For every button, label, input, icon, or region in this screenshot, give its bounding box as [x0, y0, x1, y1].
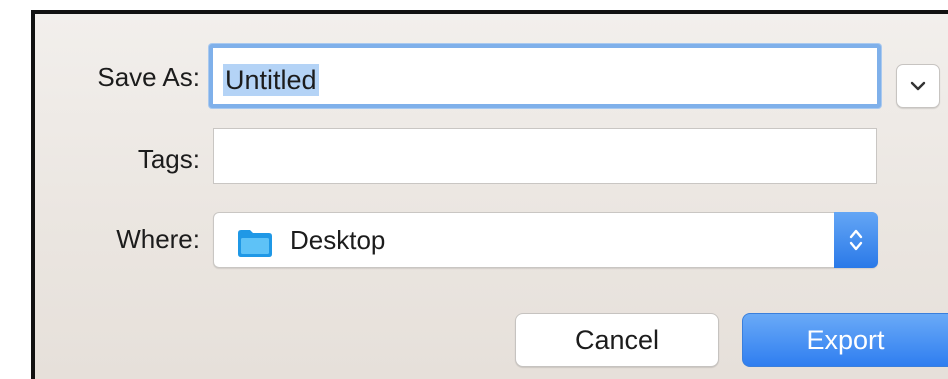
where-label: Where:	[116, 224, 200, 254]
where-popup-button[interactable]: Desktop	[213, 212, 878, 268]
up-down-chevron-icon	[849, 229, 863, 251]
export-button[interactable]: Export	[742, 313, 948, 367]
location-stepper[interactable]	[834, 212, 878, 268]
cancel-button[interactable]: Cancel	[515, 313, 719, 367]
filename-text: Untitled	[223, 64, 319, 96]
folder-icon	[238, 230, 272, 257]
expand-dialog-button[interactable]	[896, 64, 940, 108]
where-value: Desktop	[290, 225, 386, 255]
tags-label: Tags:	[137, 144, 200, 174]
save-as-field[interactable]: Untitled	[209, 44, 881, 108]
tags-field[interactable]	[213, 128, 877, 184]
save-as-label: Save As:	[97, 62, 200, 92]
chevron-down-icon	[910, 81, 926, 91]
